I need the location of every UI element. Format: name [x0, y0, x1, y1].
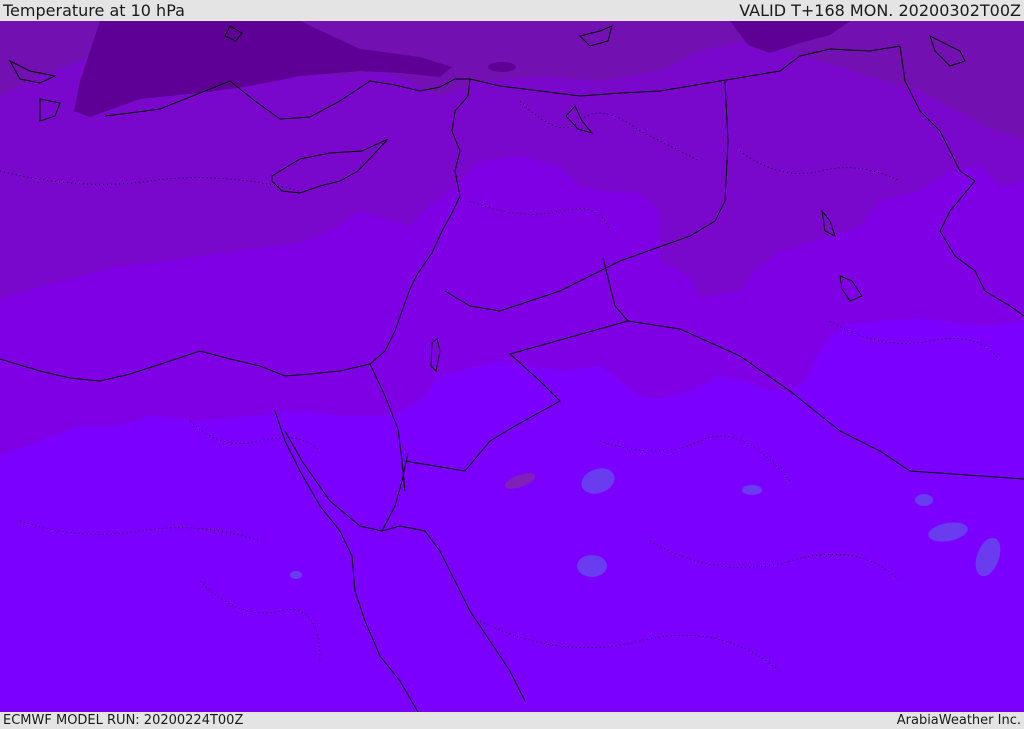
- blue-spot: [915, 494, 933, 506]
- model-run: ECMWF MODEL RUN: 20200224T00Z: [3, 713, 244, 728]
- bottom-bar: ECMWF MODEL RUN: 20200224T00Z ArabiaWeat…: [0, 712, 1024, 729]
- dark-spot: [488, 62, 516, 72]
- credit: ArabiaWeather Inc.: [896, 713, 1021, 728]
- blue-spot: [577, 555, 607, 577]
- temperature-map: [0, 21, 1024, 712]
- blue-spot: [290, 571, 302, 579]
- top-bar: Temperature at 10 hPa VALID T+168 MON. 2…: [0, 0, 1024, 21]
- blue-spot: [742, 485, 762, 495]
- valid-time: VALID T+168 MON. 20200302T00Z: [739, 1, 1021, 20]
- map-title: Temperature at 10 hPa: [3, 1, 185, 20]
- map-canvas: [0, 21, 1024, 712]
